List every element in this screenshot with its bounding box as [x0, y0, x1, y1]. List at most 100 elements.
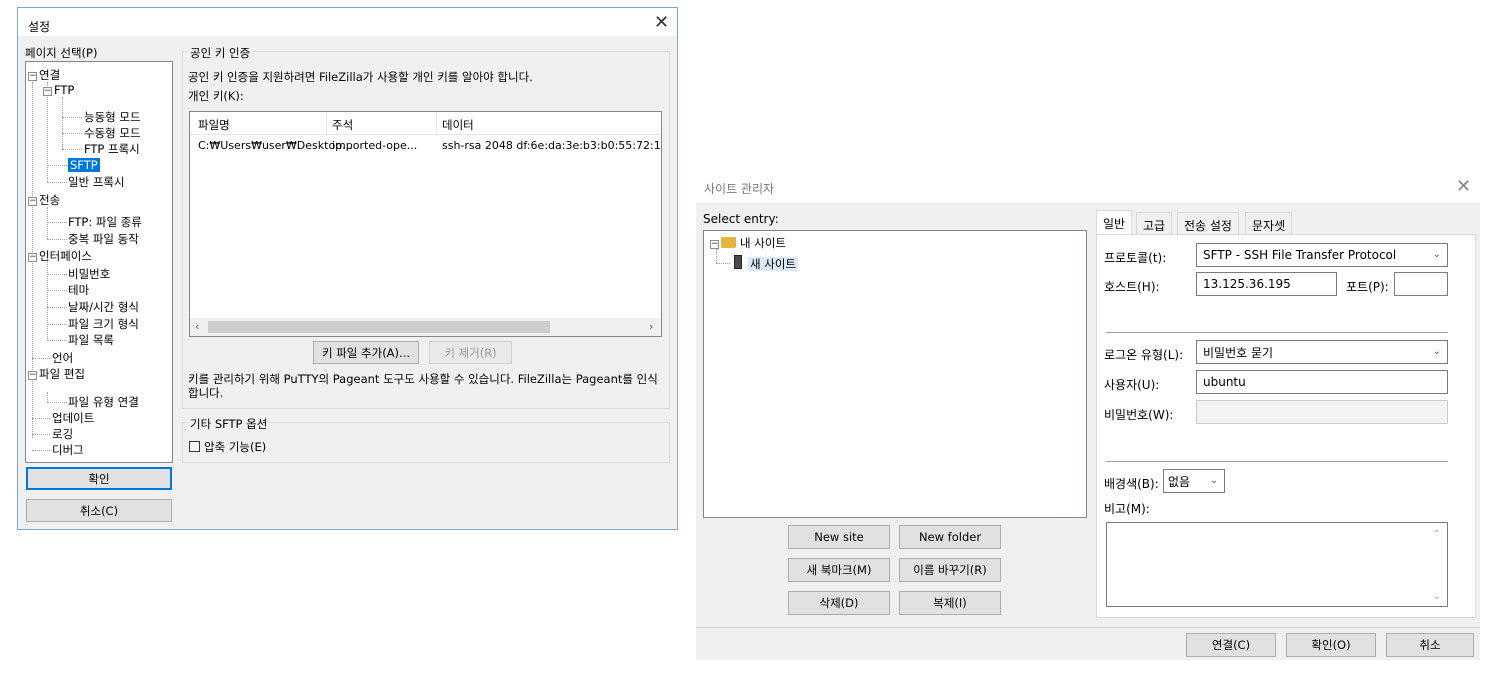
tree-item-my-sites[interactable]: − 내 사이트	[710, 236, 786, 251]
protocol-value: SFTP - SSH File Transfer Protocol	[1203, 248, 1397, 262]
tree-item-transfers[interactable]: − 전송	[28, 193, 60, 208]
site-cancel-button[interactable]: 취소	[1386, 633, 1474, 657]
tab-general[interactable]: 일반	[1096, 210, 1133, 234]
tree-item-passwords[interactable]: 비밀번호	[68, 267, 110, 282]
settings-ok-button[interactable]: 확인	[26, 467, 172, 490]
collapse-icon[interactable]: −	[710, 240, 719, 249]
site-ok-button[interactable]: 확인(O)	[1286, 633, 1376, 657]
tree-item-file-lists[interactable]: 파일 목록	[68, 333, 114, 348]
tree-item-ftp-file-types[interactable]: FTP: 파일 종류	[68, 215, 142, 230]
new-site-button[interactable]: New site	[788, 525, 890, 549]
scroll-down-icon[interactable]: ⌄	[1433, 591, 1441, 602]
server-icon	[734, 255, 742, 269]
tree-item-sftp[interactable]: SFTP	[68, 158, 100, 173]
scroll-up-icon[interactable]: ⌃	[1433, 529, 1441, 540]
site-tree[interactable]: − 내 사이트 새 사이트	[703, 230, 1087, 518]
private-key-list[interactable]: 파일명 주석 데이터 C:₩Users₩user₩Desktop... impo…	[189, 111, 662, 337]
user-input[interactable]: ubuntu	[1196, 370, 1448, 394]
key-col-comment[interactable]: 주석	[332, 117, 353, 133]
collapse-icon[interactable]: −	[43, 87, 52, 96]
settings-title: 설정	[28, 20, 51, 34]
settings-dialog: 설정 ✕ 페이지 선택(P) − 연결 − FTP 능동형 모드 수동형 모드 FT…	[17, 7, 678, 530]
new-bookmark-button[interactable]: 새 북마크(M)	[788, 558, 890, 582]
tree-item-debug[interactable]: 디버그	[52, 443, 84, 458]
tree-item-interface[interactable]: − 인터페이스	[28, 249, 92, 264]
tree-item-themes[interactable]: 테마	[68, 283, 89, 298]
tab-charset[interactable]: 문자셋	[1245, 212, 1293, 234]
site-manager-close-icon[interactable]: ✕	[1456, 178, 1471, 196]
scroll-right-icon[interactable]: ›	[649, 320, 653, 333]
scroll-thumb[interactable]	[208, 321, 550, 333]
tab-strip: 일반 고급 전송 설정 문자셋	[1096, 210, 1476, 236]
background-value: 없음	[1168, 474, 1191, 489]
chevron-down-icon: ⌄	[1209, 474, 1218, 486]
comments-label: 비고(M):	[1104, 502, 1150, 516]
collapse-icon[interactable]: −	[28, 72, 37, 81]
tree-item-new-site[interactable]: 새 사이트	[734, 255, 798, 272]
settings-titlebar	[18, 8, 677, 36]
folder-icon	[721, 237, 736, 248]
select-entry-label: Select entry:	[703, 212, 779, 226]
connect-button[interactable]: 연결(C)	[1186, 633, 1276, 657]
host-input[interactable]: 13.125.36.195	[1196, 272, 1337, 296]
separator	[1106, 332, 1448, 333]
key-col-filename[interactable]: 파일명	[198, 117, 230, 133]
tree-item-active-mode[interactable]: 능동형 모드	[84, 110, 141, 125]
tree-item-file-size-format[interactable]: 파일 크기 형식	[68, 317, 139, 332]
chevron-down-icon: ⌄	[1432, 345, 1441, 357]
background-label: 배경색(B):	[1104, 477, 1159, 491]
tree-item-passive-mode[interactable]: 수동형 모드	[84, 126, 141, 141]
add-key-file-button[interactable]: 키 파일 추가(A)...	[313, 341, 419, 364]
user-label: 사용자(U):	[1104, 378, 1160, 392]
settings-page-tree[interactable]: − 연결 − FTP 능동형 모드 수동형 모드 FTP 프록시 SFTP 일반 프…	[25, 61, 173, 463]
port-input[interactable]	[1394, 272, 1448, 296]
tab-transfer-settings[interactable]: 전송 설정	[1177, 212, 1239, 234]
new-folder-button[interactable]: New folder	[899, 525, 1001, 549]
compression-label[interactable]: 압축 기능(E)	[204, 439, 266, 455]
tree-item-file-editing[interactable]: − 파일 편집	[28, 367, 85, 382]
port-label: 포트(P):	[1346, 280, 1389, 294]
host-label: 호스트(H):	[1104, 280, 1160, 294]
scroll-left-icon[interactable]: ‹	[195, 320, 199, 333]
key-col-data[interactable]: 데이터	[442, 117, 474, 133]
site-manager-titlebar	[696, 170, 1480, 203]
tree-item-duplicate-action[interactable]: 중복 파일 동작	[68, 232, 139, 247]
tree-item-ftp[interactable]: − FTP	[43, 83, 74, 98]
logon-type-label: 로그온 유형(L):	[1104, 348, 1184, 362]
table-row[interactable]: C:₩Users₩user₩Desktop... imported-ope...…	[190, 136, 661, 154]
tree-item-file-type-assoc[interactable]: 파일 유형 연결	[68, 395, 139, 410]
key-filename-cell: C:₩Users₩user₩Desktop...	[198, 139, 353, 152]
remove-key-button[interactable]: 키 제거(R)	[429, 341, 512, 364]
site-manager-dialog: 사이트 관리자 ✕ Select entry: − 내 사이트 새 사이트 New…	[696, 170, 1480, 660]
tree-item-updates[interactable]: 업데이트	[52, 411, 94, 426]
collapse-icon[interactable]: −	[28, 371, 37, 380]
logon-type-select[interactable]: 비밀번호 묻기 ⌄	[1196, 340, 1448, 364]
compression-checkbox[interactable]	[189, 441, 200, 452]
comments-textarea[interactable]: ⌃ ⌄	[1106, 522, 1448, 607]
general-tab-panel: 프로토콜(t): SFTP - SSH File Transfer Protoc…	[1096, 234, 1476, 618]
protocol-select[interactable]: SFTP - SSH File Transfer Protocol ⌄	[1196, 243, 1448, 267]
tree-item-generic-proxy[interactable]: 일반 프록시	[68, 175, 125, 190]
tree-item-logging[interactable]: 로깅	[52, 427, 73, 442]
collapse-icon[interactable]: −	[28, 197, 37, 206]
separator	[1106, 461, 1448, 462]
password-input[interactable]	[1196, 400, 1448, 424]
logon-type-value: 비밀번호 묻기	[1203, 345, 1274, 360]
delete-button[interactable]: 삭제(D)	[788, 591, 890, 615]
protocol-label: 프로토콜(t):	[1104, 251, 1167, 265]
tree-item-date-time-format[interactable]: 날짜/시간 형식	[68, 300, 139, 315]
tree-item-language[interactable]: 언어	[52, 351, 73, 366]
key-table-header: 파일명 주석 데이터	[190, 112, 661, 135]
horizontal-scrollbar[interactable]: ‹ ›	[190, 318, 661, 336]
settings-cancel-button[interactable]: 취소(C)	[26, 499, 172, 522]
duplicate-button[interactable]: 복제(I)	[899, 591, 1001, 615]
tree-item-connection[interactable]: − 연결	[28, 68, 60, 83]
collapse-icon[interactable]: −	[28, 253, 37, 262]
settings-close-icon[interactable]: ✕	[654, 14, 669, 32]
tree-item-ftp-proxy[interactable]: FTP 프록시	[84, 142, 140, 157]
background-color-select[interactable]: 없음 ⌄	[1163, 469, 1225, 493]
rename-button[interactable]: 이름 바꾸기(R)	[899, 558, 1001, 582]
chevron-down-icon: ⌄	[1432, 248, 1441, 260]
tab-advanced[interactable]: 고급	[1136, 212, 1173, 234]
key-comment-cell: imported-ope...	[332, 139, 418, 152]
